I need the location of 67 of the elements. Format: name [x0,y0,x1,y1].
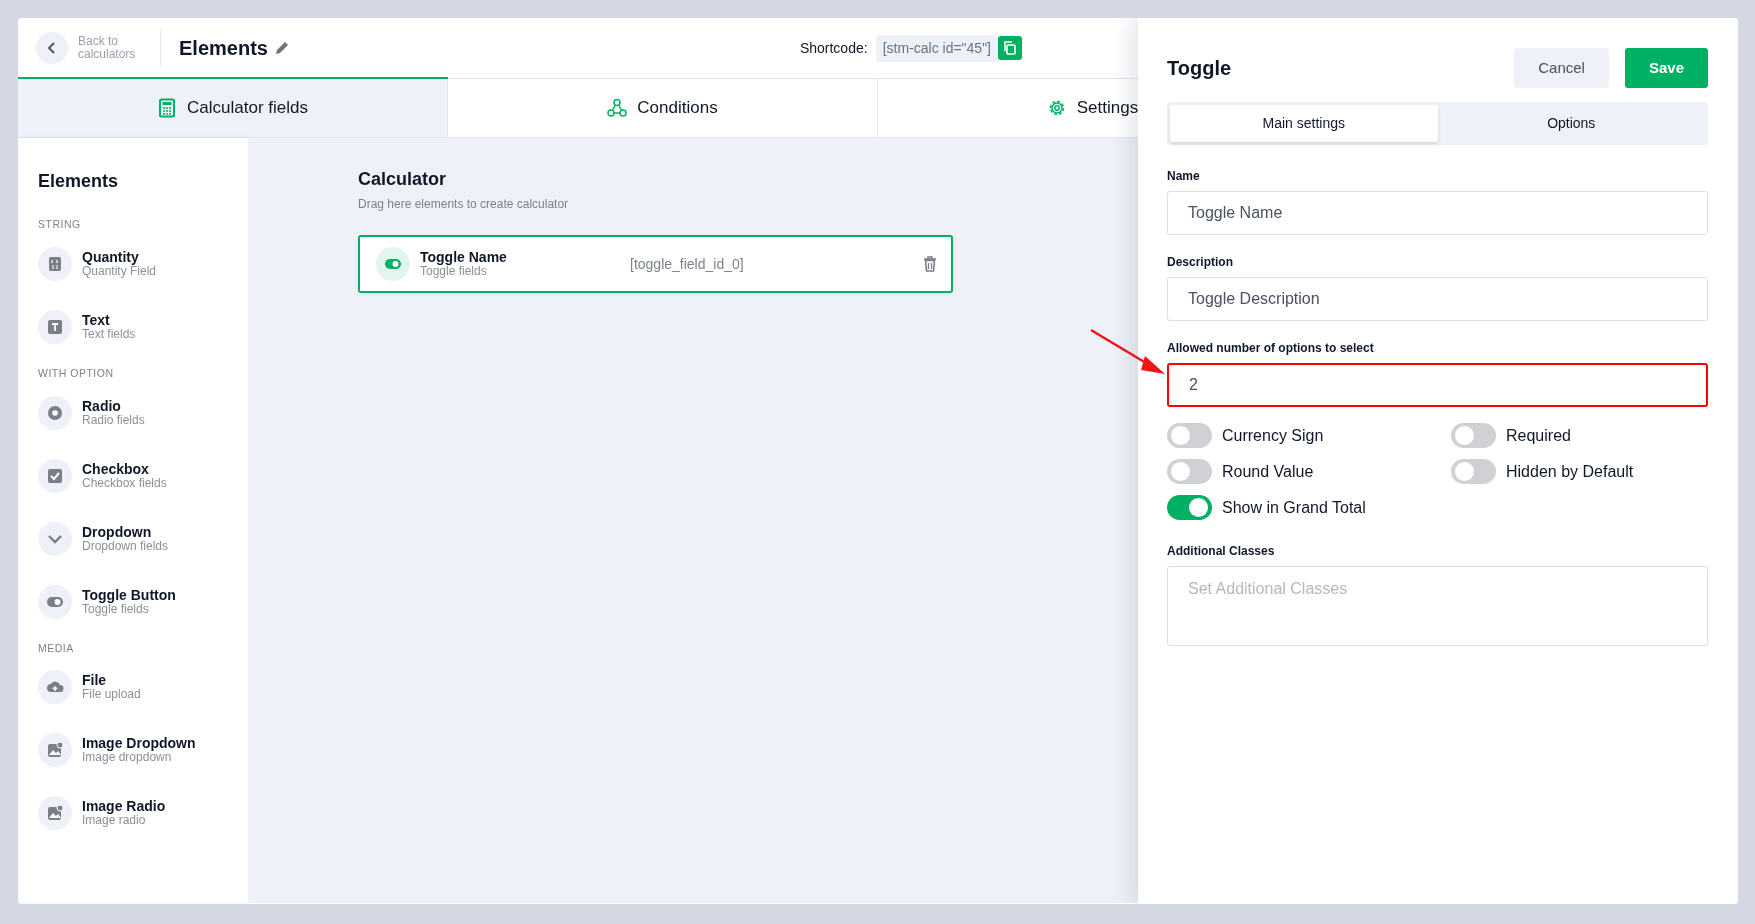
input-field[interactable]: Toggle Name [1167,191,1708,235]
tab[interactable]: Options [1437,105,1705,142]
image-icon [46,804,64,823]
image-icon [46,741,64,760]
element-name: Checkbox [82,460,150,477]
toggle-switch[interactable] [1167,495,1212,520]
element-name: Radio [82,397,122,414]
toggle-switch[interactable] [1451,423,1496,448]
element-description: Toggle fields [82,602,150,617]
field-label: Name [1167,168,1201,185]
connected-nodes-icon [607,98,628,118]
element-description: Image radio [82,814,147,829]
shortcode-text: [stm-calc id="45"] [875,34,998,62]
field-card[interactable]: Toggle Name Toggle fields [toggle_field_id_0] [358,235,953,293]
toggle-switch[interactable] [1167,459,1212,484]
input-field[interactable]: 2 [1167,363,1708,407]
input-field[interactable]: Toggle Description [1167,277,1708,321]
switch-label: Hidden by Default [1506,461,1634,482]
toggle-switch[interactable] [1451,459,1496,484]
element-description: Text fields [82,327,136,342]
element-name: Quantity [82,248,140,265]
group-label: STRING [38,217,82,232]
panel-title: Toggle [1167,56,1232,81]
field-name: Toggle Name [420,249,508,266]
switch-label: Round Value [1222,461,1314,482]
shortcode-label: Shortcode: [799,38,868,58]
text-icon [46,317,64,336]
group-label: WITH OPTION [38,365,115,381]
cancel-button[interactable]: Cancel [1514,48,1609,88]
element-name: File [82,672,108,689]
canvas-title: Calculator [358,168,447,191]
switch-label: Currency Sign [1222,425,1324,446]
element-description: Quantity Field [82,264,157,279]
element-name: Image Dropdown [82,735,196,752]
copy-button[interactable] [998,36,1022,60]
group-label: MEDIA [38,640,75,656]
element-name: Image Radio [82,798,166,815]
copy-icon [1003,41,1017,55]
element-name: Dropdown [82,523,153,540]
checkbox-icon [46,466,64,485]
trash-icon [923,256,937,272]
switch-label: Show in Grand Total [1222,497,1366,518]
chevron-left-icon [46,42,58,54]
field-label: Allowed number of options to select [1167,340,1375,357]
tab[interactable]: Main settings [1170,105,1438,142]
field-label: Description [1167,254,1234,271]
element-description: Image dropdown [82,751,172,766]
switch-label: Required [1506,425,1571,446]
calculator-icon [157,98,177,118]
element-description: Dropdown fields [82,539,169,554]
field-description: Toggle fields [420,265,488,279]
input-field[interactable]: Set Additional Classes [1167,566,1708,646]
element-description: Checkbox fields [82,476,167,491]
page-title: Elements [179,36,268,61]
tab[interactable]: Calculator fields [18,79,448,137]
element-description: File upload [82,688,141,703]
canvas-subtitle: Drag here elements to create calculator [358,196,569,213]
pencil-icon [273,40,290,56]
radio-icon [46,403,64,422]
element-name: Toggle Button [82,586,176,603]
toggle-switch[interactable] [1167,423,1212,448]
sidebar-title: Elements [38,170,120,193]
number-grid-icon [46,254,64,273]
field-id: [toggle_field_id_0] [630,254,745,274]
field-label: Additional Classes [1167,543,1276,560]
element-name: Text [82,311,111,328]
element-description: Radio fields [82,413,145,428]
